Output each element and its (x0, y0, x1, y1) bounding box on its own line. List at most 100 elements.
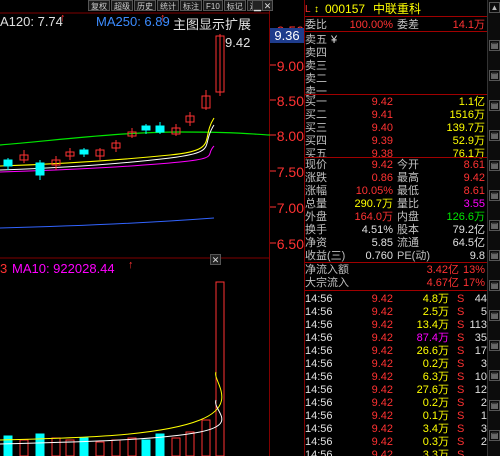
tick-time: 14:56 (305, 371, 333, 383)
ask-row[interactable]: 卖三 (305, 60, 487, 73)
panel-icon[interactable]: ▤ (489, 100, 500, 111)
price-axis-tick: 7.50 (276, 164, 304, 180)
stat-label: 股本 (397, 224, 419, 236)
arrow-up-icon: ↑ (60, 12, 66, 24)
volume-bar (201, 419, 211, 456)
divider (305, 31, 487, 32)
candle-body (141, 125, 151, 131)
stat-value: 10.05% (355, 185, 393, 197)
stat-label: 总量 (305, 198, 327, 210)
flow-pct: 17% (462, 277, 485, 289)
ask-row[interactable]: 卖二 (305, 73, 487, 86)
tick-volume: 26.6万 (416, 345, 449, 357)
tick-volume: 6.3万 (422, 371, 449, 383)
toolbar-button-lishi[interactable]: 历史 (134, 0, 156, 11)
volume-prefix: 3 (0, 261, 8, 276)
bid-price: 9.41 (371, 109, 393, 121)
tick-volume: 3.3万 (422, 449, 449, 456)
main-chart-label[interactable]: 主图显示扩展 (173, 14, 251, 33)
bid-label: 买四 (305, 135, 327, 147)
panel-icon[interactable]: ▤ (489, 370, 500, 381)
tick-volume: 13.4万 (416, 319, 449, 331)
stat-label: 换手 (305, 224, 327, 236)
tick-volume: 4.8万 (422, 293, 449, 305)
panel-icon[interactable]: ▤ (489, 280, 500, 291)
panel-icon[interactable]: ▤ (489, 190, 500, 201)
stat-label: 内盘 (397, 211, 419, 223)
panel-icon[interactable]: ▤ (489, 430, 500, 441)
tick-time: 14:56 (305, 436, 333, 448)
candle-body (155, 125, 165, 133)
tick-count: 17 (474, 345, 487, 357)
stat-label: 量比 (397, 198, 419, 210)
panel-icon[interactable]: ▤ (489, 70, 500, 81)
panel-icon[interactable]: ▤ (489, 220, 500, 231)
up-arrow-icon[interactable]: ▲ (489, 2, 500, 13)
tick-volume: 27.6万 (416, 384, 449, 396)
bid-label: 买一 (305, 96, 327, 108)
close-icon[interactable]: ✕ (262, 0, 273, 11)
volume-bar (19, 439, 29, 456)
toolbar-button-f10[interactable]: F10 (203, 0, 223, 11)
tick-row: 14:56 9.42 0.2万 S 3 (305, 358, 487, 371)
panel-icon[interactable]: ▤ (489, 400, 500, 411)
kline-chart-area[interactable]: 复权 超级 历史 统计 标注 F10 标记 返回 A120: 7.74 ↑ MA… (0, 0, 305, 456)
toolbar-button-fuquan[interactable]: 复权 (88, 0, 110, 11)
panel-icon[interactable]: ▤ (489, 250, 500, 261)
bid-row[interactable]: 买二 9.41 1516万 (305, 109, 487, 122)
price-axis-tick: 9.00 (276, 58, 304, 74)
tick-count: 2 (480, 397, 487, 409)
bid-row[interactable]: 买四 9.39 52.9万 (305, 135, 487, 148)
tick-time: 14:56 (305, 293, 333, 305)
tick-volume: 0.2万 (422, 397, 449, 409)
stock-code[interactable]: 000157 (325, 3, 365, 16)
panel-icon[interactable]: ▤ (489, 40, 500, 51)
tick-time: 14:56 (305, 358, 333, 370)
volume-bar (171, 437, 181, 456)
divider (305, 16, 487, 17)
divider (305, 94, 487, 95)
tick-volume: 0.1万 (422, 410, 449, 422)
volume-bar (95, 441, 105, 456)
divider (305, 157, 487, 158)
bid-volume: 1.1亿 (458, 96, 485, 108)
bid-volume: 139.7万 (446, 122, 485, 134)
divider (305, 262, 487, 263)
tick-price: 9.42 (371, 423, 393, 435)
side-toolbar: ▲ ▤ ▤ ▤ ▤ ▤ ▤ ▤ ▤ ▤ ▤ ▤ ▤ ▤ ▤ (487, 0, 500, 456)
toolbar-button-biaoji[interactable]: 标记 (223, 0, 246, 11)
tick-count: 10 (474, 371, 487, 383)
stats-row: 涨跌 0.86 最高 9.42 (305, 172, 487, 185)
ask-row[interactable]: 卖四 (305, 47, 487, 60)
kline-chart[interactable] (0, 0, 305, 456)
volume-bar (35, 433, 45, 456)
price-axis-tick: 8.50 (276, 93, 304, 109)
toolbar-button-biaozhu[interactable]: 标注 (180, 0, 202, 11)
flow-label: 大宗流入 (305, 277, 349, 289)
flow-value: 3.42亿 (426, 264, 459, 276)
candle-body (79, 149, 89, 155)
tick-count: 5 (480, 306, 487, 318)
tick-price: 9.42 (371, 306, 393, 318)
stock-name[interactable]: 中联重科 (373, 3, 421, 16)
toolbar-button-chaoji[interactable]: 超级 (111, 0, 133, 11)
panel-icon[interactable]: ▤ (489, 130, 500, 141)
close-icon[interactable]: ✕ (210, 254, 221, 265)
panel-icon[interactable]: ▤ (489, 160, 500, 171)
tick-side: S (457, 449, 465, 456)
panel-icon[interactable]: ▤ (489, 340, 500, 351)
tick-price: 9.42 (371, 397, 393, 409)
price-axis-tick: 7.00 (276, 200, 304, 216)
chart-toolbar: 复权 超级 历史 统计 标注 F10 标记 返回 (88, 0, 270, 11)
panel-icon[interactable]: ▤ (489, 310, 500, 321)
tick-count: 35 (474, 332, 487, 344)
bid-row[interactable]: 买三 9.40 139.7万 (305, 122, 487, 135)
stat-value: 5.85 (371, 237, 393, 249)
bid-row[interactable]: 买一 9.42 1.1亿 (305, 96, 487, 109)
ma-line-blue (0, 217, 215, 229)
toolbar-button-tongji[interactable]: 统计 (157, 0, 179, 11)
stock-title-row: L ↕ 000157 中联重科 (305, 3, 487, 16)
ask-row[interactable]: 卖五 ¥ (305, 34, 487, 47)
arrow-up-icon: ↑ (128, 259, 134, 271)
stats-row: 净资 5.85 流通 64.5亿 (305, 237, 487, 250)
